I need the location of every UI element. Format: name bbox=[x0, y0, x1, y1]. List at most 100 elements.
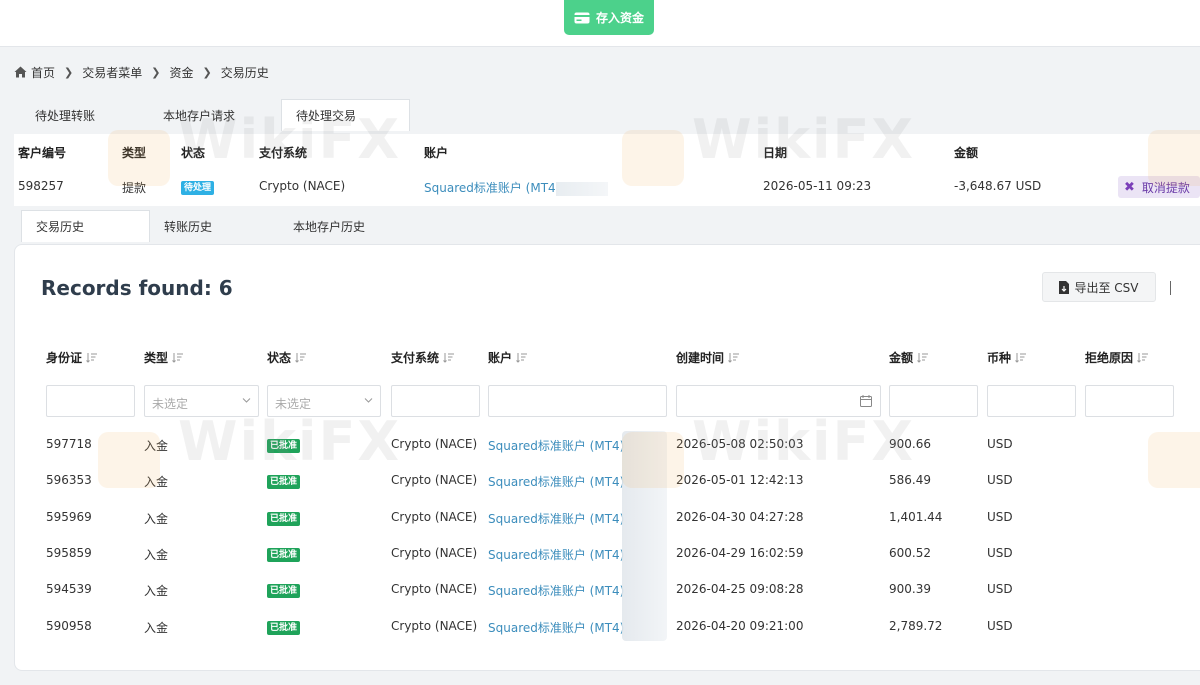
cell-id: 594539 bbox=[46, 582, 92, 597]
cell-account[interactable]: Squared标准账户 (MT4) bbox=[488, 546, 624, 563]
cell-id: 597718 bbox=[46, 437, 92, 451]
cell-payment-system: Crypto (NACE) bbox=[391, 618, 478, 633]
status-badge: 已批准 bbox=[267, 439, 301, 453]
deposit-funds-label: 存入资金 bbox=[595, 11, 644, 25]
cell-amount: -3,648.67 USD bbox=[954, 179, 1042, 193]
column-header-payment-system[interactable]: 支付系统 bbox=[391, 349, 455, 366]
column-header-currency[interactable]: 币种 bbox=[987, 349, 1027, 366]
breadcrumb-trader-menu[interactable]: 交易者菜单 bbox=[82, 64, 142, 81]
file-download-icon bbox=[1059, 280, 1070, 294]
cell-payment-system: Crypto (NACE) bbox=[259, 179, 346, 193]
tab-trading-history[interactable]: 交易历史 bbox=[21, 210, 150, 242]
records-count-title: Records found: 6 bbox=[41, 276, 233, 300]
cell-type: 提款 bbox=[122, 181, 147, 195]
export-csv-button[interactable]: 导出至 CSV bbox=[1042, 272, 1156, 302]
column-header-status[interactable]: 状态 bbox=[267, 349, 307, 366]
account-link[interactable]: Squared标准账户 (MT4 bbox=[424, 181, 556, 195]
header-type: 类型 bbox=[122, 146, 147, 160]
cancel-withdrawal-label: 取消提款 bbox=[1141, 180, 1190, 195]
cell-account[interactable]: Squared标准账户 (MT4) bbox=[488, 473, 624, 490]
column-header-status-label: 状态 bbox=[267, 351, 292, 365]
status-badge: 已批准 bbox=[267, 475, 301, 490]
close-icon: ✖ bbox=[1124, 179, 1135, 195]
filter-type-select[interactable]: 未选定 bbox=[144, 385, 259, 417]
cell-account[interactable]: Squared标准账户 (MT4) bbox=[488, 619, 624, 636]
cell-account[interactable]: Squared标准账户 (MT4) bbox=[488, 510, 624, 527]
cell-date: 2026-05-11 09:23 bbox=[763, 179, 872, 193]
breadcrumb-funds[interactable]: 资金 bbox=[169, 64, 193, 81]
tab-local-depositor-requests[interactable]: 本地存户请求 bbox=[149, 99, 281, 131]
filter-rejection-reason-input[interactable] bbox=[1085, 385, 1174, 417]
cell-payment-system: Crypto (NACE) bbox=[391, 582, 478, 597]
cell-created-time: 2026-05-08 02:50:03 bbox=[676, 437, 804, 451]
breadcrumb-home[interactable]: 首页 bbox=[31, 64, 55, 81]
cell-created-time: 2026-04-30 04:27:28 bbox=[676, 509, 804, 524]
cell-payment-system: Crypto (NACE) bbox=[391, 509, 478, 524]
tab-local-depositor-history[interactable]: 本地存户历史 bbox=[279, 210, 409, 242]
sort-icon bbox=[728, 353, 740, 363]
cell-payment-system: Crypto (NACE) bbox=[391, 437, 478, 451]
column-header-created-time-label: 创建时间 bbox=[676, 351, 725, 365]
tab-transfer-history[interactable]: 转账历史 bbox=[150, 210, 279, 242]
status-badge: 已批准 bbox=[267, 511, 301, 526]
cell-created-time: 2026-04-20 09:21:00 bbox=[676, 618, 804, 633]
cell-type: 入金 bbox=[144, 620, 169, 635]
column-header-account[interactable]: 账户 bbox=[488, 349, 528, 366]
cell-payment-system: Crypto (NACE) bbox=[391, 473, 478, 488]
sort-icon bbox=[516, 353, 528, 363]
table-row: 595969 入金 已批准 Crypto (NACE) Squared标准账户 (MT4… bbox=[15, 510, 1200, 528]
filter-status-select[interactable]: 未选定 bbox=[267, 385, 381, 417]
header-client-id: 客户编号 bbox=[18, 146, 67, 160]
filter-account-input[interactable] bbox=[488, 385, 667, 417]
cell-amount: 1,401.44 bbox=[889, 509, 943, 524]
cell-account[interactable]: Squared标准账户 (MT4) bbox=[488, 582, 624, 599]
table-row: 594539 入金 已批准 Crypto (NACE) Squared标准账户 (MT4… bbox=[15, 582, 1200, 600]
column-header-account-label: 账户 bbox=[488, 351, 513, 365]
tab-pending-transfers[interactable]: 待处理转账 bbox=[21, 99, 149, 131]
redacted-mask bbox=[622, 431, 667, 641]
cell-status: 已批准 bbox=[267, 510, 301, 526]
table-row: 595859 入金 已批准 Crypto (NACE) Squared标准账户 (MT4… bbox=[15, 546, 1200, 564]
credit-card-icon bbox=[574, 12, 590, 23]
export-csv-label: 导出至 CSV bbox=[1074, 280, 1139, 295]
chevron-right-icon: ❯ bbox=[64, 65, 74, 79]
status-badge: 待处理 bbox=[181, 179, 215, 195]
column-header-id-label: 身份证 bbox=[46, 351, 83, 365]
cell-id: 595969 bbox=[46, 509, 92, 524]
divider bbox=[1170, 281, 1171, 295]
filter-amount-input[interactable] bbox=[889, 385, 978, 417]
header-date: 日期 bbox=[763, 146, 788, 160]
column-header-type[interactable]: 类型 bbox=[144, 349, 184, 366]
column-header-id[interactable]: 身份证 bbox=[46, 349, 98, 366]
pending-table-row: 598257 提款 待处理 Crypto (NACE) Squared标准账户 … bbox=[14, 176, 1200, 198]
pending-table-header: 客户编号 类型 状态 支付系统 账户 日期 金额 bbox=[14, 144, 1200, 160]
column-header-rejection-reason[interactable]: 拒绝原因 bbox=[1085, 349, 1149, 366]
cell-amount: 586.49 bbox=[889, 473, 931, 488]
column-header-amount[interactable]: 金额 bbox=[889, 349, 929, 366]
cell-status: 已批准 bbox=[267, 546, 301, 562]
cell-id: 596353 bbox=[46, 473, 92, 488]
cell-currency: USD bbox=[987, 473, 1013, 488]
cell-account[interactable]: Squared标准账户 (MT4 bbox=[424, 179, 608, 196]
filter-id-input[interactable] bbox=[46, 385, 135, 417]
cell-client-id: 598257 bbox=[18, 179, 64, 193]
filter-currency-input[interactable] bbox=[987, 385, 1076, 417]
column-header-created-time[interactable]: 创建时间 bbox=[676, 349, 740, 366]
filter-payment-system-input[interactable] bbox=[391, 385, 480, 417]
breadcrumb: 首页 ❯ 交易者菜单 ❯ 资金 ❯ 交易历史 bbox=[14, 64, 269, 80]
cell-status: 已批准 bbox=[267, 582, 301, 599]
cell-amount: 600.52 bbox=[889, 545, 931, 560]
calendar-icon bbox=[860, 395, 872, 407]
cell-amount: 900.39 bbox=[889, 582, 931, 597]
column-header-type-label: 类型 bbox=[144, 351, 169, 365]
tab-pending-transactions[interactable]: 待处理交易 bbox=[281, 99, 410, 131]
status-badge: 已批准 bbox=[267, 584, 301, 599]
cell-id: 590958 bbox=[46, 618, 92, 633]
sort-icon bbox=[86, 353, 98, 363]
cell-account[interactable]: Squared标准账户 (MT4) bbox=[488, 437, 624, 454]
cell-type: 入金 bbox=[144, 584, 169, 599]
filter-created-time-datepicker[interactable] bbox=[676, 385, 881, 417]
deposit-funds-button[interactable]: 存入资金 bbox=[564, 0, 654, 35]
status-badge: 已批准 bbox=[267, 620, 301, 635]
cancel-withdrawal-button[interactable]: ✖ 取消提款 bbox=[1118, 176, 1200, 198]
